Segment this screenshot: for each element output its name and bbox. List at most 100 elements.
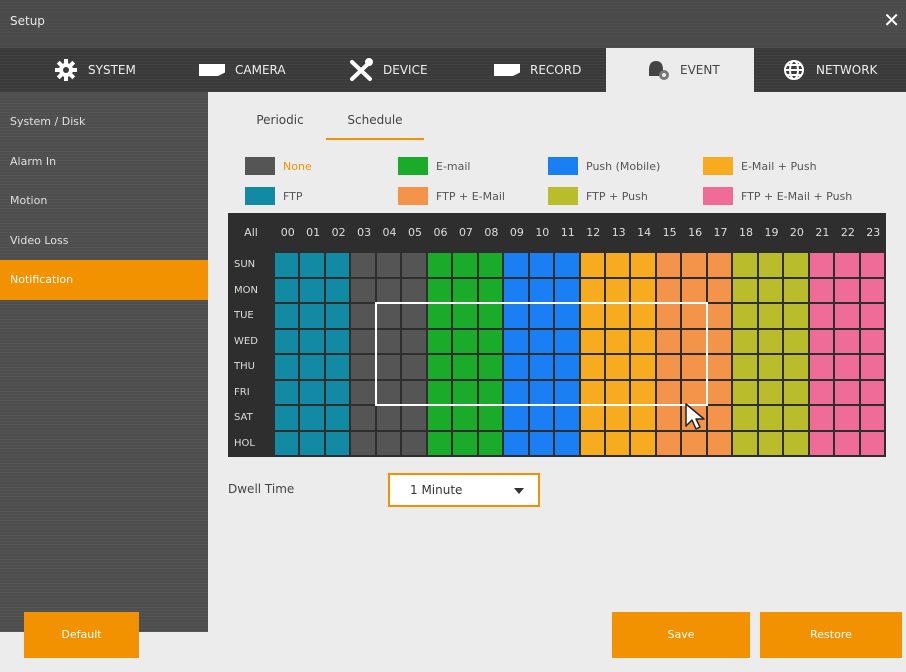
legend-item-push[interactable]: Push (Mobile) xyxy=(548,156,660,176)
default-button[interactable]: Default xyxy=(24,612,139,658)
schedule-cell[interactable] xyxy=(733,304,757,328)
schedule-cell[interactable] xyxy=(605,431,630,455)
schedule-cell[interactable] xyxy=(427,304,452,328)
schedule-cell[interactable] xyxy=(555,278,579,302)
schedule-cell[interactable] xyxy=(300,380,324,404)
schedule-cell[interactable] xyxy=(325,278,350,302)
day-row-label[interactable]: SUN xyxy=(228,253,274,277)
schedule-cell[interactable] xyxy=(555,355,579,379)
schedule-cell[interactable] xyxy=(300,355,324,379)
schedule-cell[interactable] xyxy=(504,304,528,328)
sidebar-item-motion[interactable]: Motion xyxy=(0,181,208,221)
day-row-label[interactable]: WED xyxy=(228,330,274,354)
schedule-cell[interactable] xyxy=(835,304,859,328)
hour-header[interactable]: 10 xyxy=(530,213,555,253)
schedule-cell[interactable] xyxy=(478,329,503,353)
schedule-cell[interactable] xyxy=(784,278,808,302)
day-row-label[interactable]: THU xyxy=(228,355,274,379)
schedule-cell[interactable] xyxy=(733,278,757,302)
schedule-cell[interactable] xyxy=(504,355,528,379)
schedule-cell[interactable] xyxy=(555,406,579,430)
schedule-cell[interactable] xyxy=(835,406,859,430)
schedule-cell[interactable] xyxy=(453,278,477,302)
schedule-cell[interactable] xyxy=(325,380,350,404)
schedule-cell[interactable] xyxy=(427,355,452,379)
schedule-cell[interactable] xyxy=(707,278,732,302)
legend-item-ftp-email-push[interactable]: FTP + E-Mail + Push xyxy=(703,186,852,206)
hour-header[interactable]: 08 xyxy=(479,213,504,253)
schedule-cell[interactable] xyxy=(275,278,299,302)
schedule-cell[interactable] xyxy=(478,278,503,302)
schedule-cell[interactable] xyxy=(733,431,757,455)
schedule-cell[interactable] xyxy=(300,329,324,353)
schedule-cell[interactable] xyxy=(656,253,681,277)
schedule-cell[interactable] xyxy=(631,355,655,379)
schedule-cell[interactable] xyxy=(478,253,503,277)
schedule-cell[interactable] xyxy=(809,253,834,277)
schedule-cell[interactable] xyxy=(427,431,452,455)
schedule-cell[interactable] xyxy=(758,355,783,379)
dwell-time-select[interactable]: 1 Minute xyxy=(388,473,540,507)
day-row-label[interactable]: FRI xyxy=(228,381,274,405)
schedule-cell[interactable] xyxy=(402,355,426,379)
day-row-label[interactable]: SAT xyxy=(228,406,274,430)
schedule-cell[interactable] xyxy=(504,278,528,302)
schedule-cell[interactable] xyxy=(835,253,859,277)
schedule-cell[interactable] xyxy=(809,355,834,379)
schedule-cell[interactable] xyxy=(427,329,452,353)
schedule-cell[interactable] xyxy=(784,355,808,379)
schedule-cell[interactable] xyxy=(860,355,885,379)
legend-item-ftp[interactable]: FTP xyxy=(245,186,303,206)
schedule-cell[interactable] xyxy=(402,253,426,277)
hour-header[interactable]: 15 xyxy=(657,213,682,253)
schedule-cell[interactable] xyxy=(784,329,808,353)
schedule-cell[interactable] xyxy=(325,304,350,328)
schedule-cell[interactable] xyxy=(656,304,681,328)
schedule-cell[interactable] xyxy=(707,380,732,404)
hour-header[interactable]: 02 xyxy=(326,213,351,253)
schedule-cell[interactable] xyxy=(453,355,477,379)
schedule-cell[interactable] xyxy=(835,431,859,455)
hour-header[interactable]: 07 xyxy=(453,213,478,253)
hour-header[interactable]: 16 xyxy=(682,213,707,253)
tab-system[interactable]: SYSTEM xyxy=(50,48,200,92)
tab-schedule[interactable]: Schedule xyxy=(326,100,424,140)
schedule-cell[interactable] xyxy=(275,431,299,455)
schedule-cell[interactable] xyxy=(300,406,324,430)
tab-device[interactable]: DEVICE xyxy=(345,48,495,92)
hour-header[interactable]: 09 xyxy=(504,213,529,253)
sidebar-item-system-disk[interactable]: System / Disk xyxy=(0,102,208,142)
schedule-cell[interactable] xyxy=(376,431,401,455)
schedule-cell[interactable] xyxy=(351,431,375,455)
schedule-cell[interactable] xyxy=(555,304,579,328)
schedule-cell[interactable] xyxy=(555,431,579,455)
schedule-cell[interactable] xyxy=(656,355,681,379)
schedule-cell[interactable] xyxy=(555,380,579,404)
schedule-cell[interactable] xyxy=(580,355,604,379)
schedule-cell[interactable] xyxy=(682,253,706,277)
schedule-cell[interactable] xyxy=(376,304,401,328)
schedule-cell[interactable] xyxy=(376,380,401,404)
schedule-cell[interactable] xyxy=(580,278,604,302)
schedule-cell[interactable] xyxy=(580,329,604,353)
schedule-cell[interactable] xyxy=(860,431,885,455)
hour-header[interactable]: 18 xyxy=(733,213,758,253)
schedule-cell[interactable] xyxy=(478,304,503,328)
schedule-cell[interactable] xyxy=(682,380,706,404)
schedule-cell[interactable] xyxy=(656,329,681,353)
schedule-cell[interactable] xyxy=(631,431,655,455)
schedule-cell[interactable] xyxy=(580,304,604,328)
schedule-cell[interactable] xyxy=(784,380,808,404)
schedule-cell[interactable] xyxy=(758,278,783,302)
schedule-cell[interactable] xyxy=(555,253,579,277)
hour-header[interactable]: 13 xyxy=(606,213,631,253)
schedule-cell[interactable] xyxy=(733,253,757,277)
schedule-cell[interactable] xyxy=(275,304,299,328)
day-row-label[interactable]: TUE xyxy=(228,304,274,328)
schedule-cell[interactable] xyxy=(402,278,426,302)
schedule-cell[interactable] xyxy=(733,406,757,430)
schedule-cell[interactable] xyxy=(809,329,834,353)
schedule-cell[interactable] xyxy=(478,380,503,404)
schedule-cell[interactable] xyxy=(275,253,299,277)
schedule-cell[interactable] xyxy=(682,329,706,353)
